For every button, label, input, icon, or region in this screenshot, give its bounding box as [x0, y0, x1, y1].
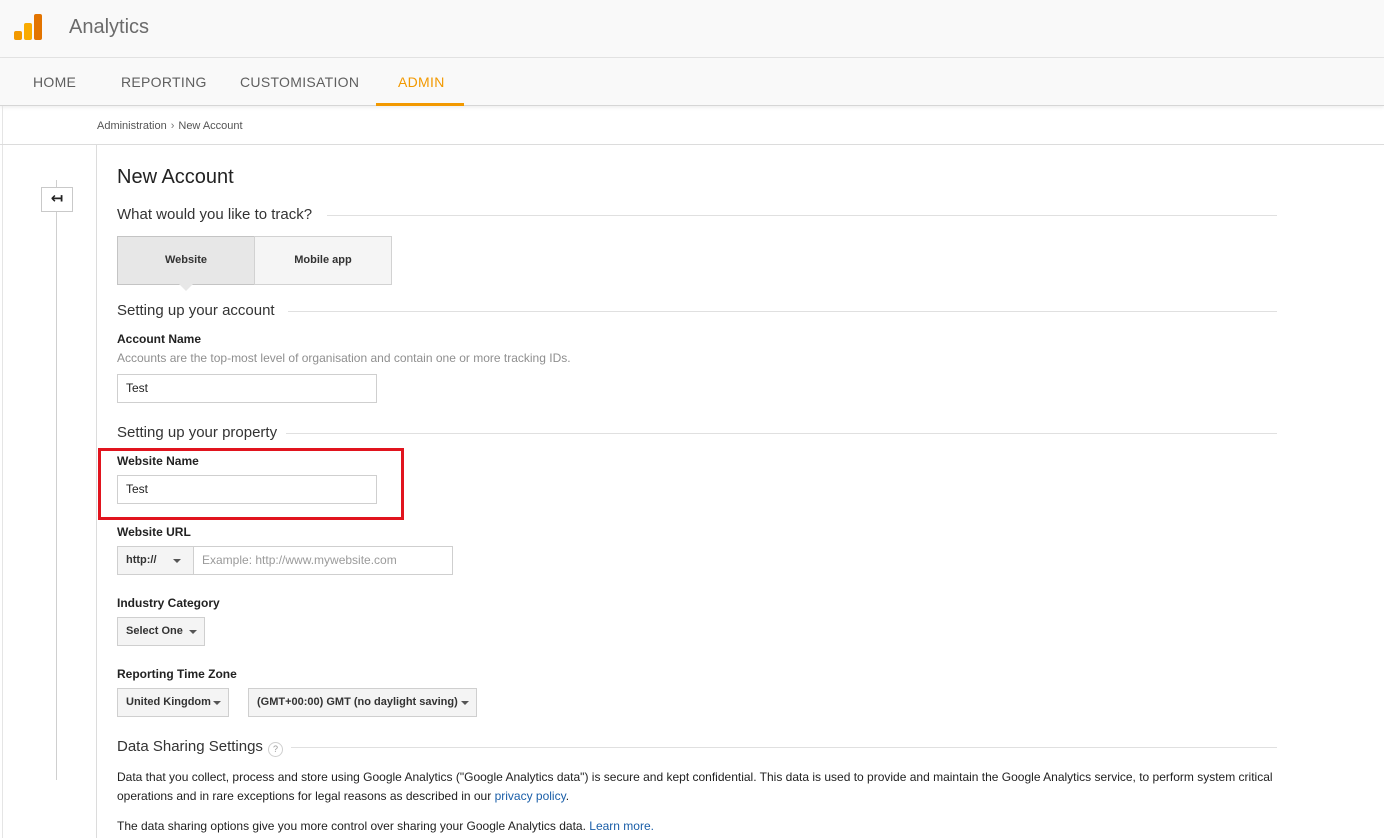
breadcrumb-separator: › — [170, 120, 175, 132]
caret-down-icon — [213, 701, 221, 705]
website-url-label: Website URL — [117, 525, 191, 539]
breadcrumb: Administration › New Account — [97, 120, 243, 132]
help-icon[interactable]: ? — [268, 742, 283, 757]
breadcrumb-administration[interactable]: Administration — [97, 120, 167, 132]
section-divider — [291, 747, 1277, 748]
data-sharing-options-text: The data sharing options give you more c… — [117, 819, 590, 833]
account-name-input[interactable]: Test — [117, 374, 377, 403]
track-heading: What would you like to track? — [117, 206, 313, 223]
website-option-button[interactable]: Website — [117, 236, 255, 285]
data-sharing-heading: Data Sharing Settings — [117, 738, 263, 755]
reporting-time-zone-label: Reporting Time Zone — [117, 667, 237, 681]
top-bar: Analytics — [0, 0, 1384, 58]
industry-category-value: Select One — [126, 625, 183, 637]
highlight-annotation-box — [98, 448, 404, 520]
tab-reporting[interactable]: REPORTING — [121, 58, 207, 106]
left-timeline-line — [56, 180, 57, 780]
industry-category-dropdown[interactable]: Select One — [117, 617, 205, 646]
protocol-value: http:// — [126, 554, 157, 566]
website-url-input[interactable]: Example: http://www.mywebsite.com — [194, 546, 453, 575]
main-nav: HOME REPORTING CUSTOMISATION ADMIN — [0, 58, 1384, 106]
back-button[interactable]: ↤ — [41, 187, 73, 212]
analytics-logo-icon[interactable] — [14, 14, 42, 40]
app-title: Analytics — [69, 16, 150, 38]
page-left-border — [2, 106, 3, 838]
caret-down-icon — [173, 559, 181, 563]
breadcrumb-divider — [0, 144, 1384, 145]
industry-category-label: Industry Category — [117, 596, 220, 610]
tab-home[interactable]: HOME — [33, 58, 76, 106]
mobile-app-option-button[interactable]: Mobile app — [254, 236, 392, 285]
property-heading: Setting up your property — [117, 424, 278, 441]
data-sharing-paragraph: Data that you collect, process and store… — [117, 768, 1277, 806]
data-sharing-text: Data that you collect, process and store… — [117, 770, 1273, 803]
caret-down-icon — [461, 701, 469, 705]
account-heading: Setting up your account — [117, 302, 275, 319]
tab-admin[interactable]: ADMIN — [398, 58, 445, 106]
section-divider — [327, 215, 1277, 216]
sentence-end: . — [565, 789, 570, 803]
country-value: United Kingdom — [126, 696, 211, 708]
breadcrumb-current: New Account — [178, 120, 243, 132]
back-arrow-icon: ↤ — [50, 190, 64, 207]
account-name-hint: Accounts are the top-most level of organ… — [117, 351, 571, 365]
tab-customisation[interactable]: CUSTOMISATION — [240, 58, 359, 106]
page-title: New Account — [117, 166, 234, 188]
selected-option-pointer — [179, 284, 193, 291]
caret-down-icon — [189, 630, 197, 634]
left-column-divider — [96, 145, 97, 838]
section-divider — [288, 311, 1277, 312]
protocol-dropdown[interactable]: http:// — [117, 546, 194, 575]
country-dropdown[interactable]: United Kingdom — [117, 688, 229, 717]
privacy-policy-link[interactable]: privacy policy — [495, 789, 566, 803]
active-tab-indicator — [376, 103, 464, 106]
timezone-value: (GMT+00:00) GMT (no daylight saving) — [257, 696, 458, 708]
data-sharing-options-paragraph: The data sharing options give you more c… — [117, 817, 1277, 836]
learn-more-link[interactable]: Learn more. — [589, 819, 654, 833]
account-name-label: Account Name — [117, 332, 202, 346]
section-divider — [286, 433, 1277, 434]
timezone-dropdown[interactable]: (GMT+00:00) GMT (no daylight saving) — [248, 688, 477, 717]
